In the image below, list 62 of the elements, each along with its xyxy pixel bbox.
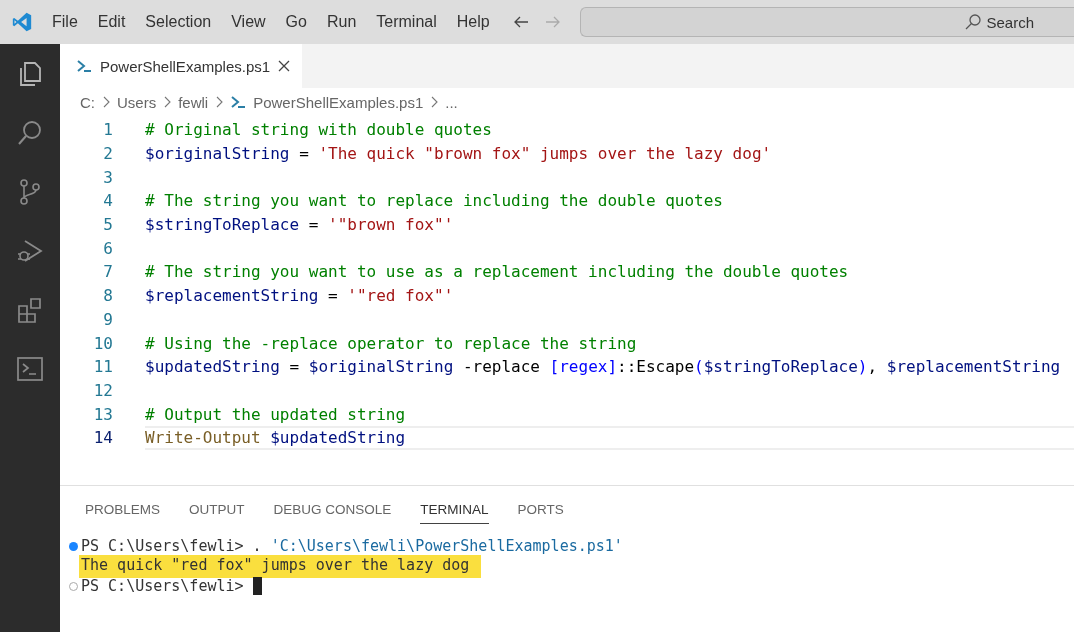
line-number: 13	[92, 404, 113, 424]
code-line: # The string you want to replace including the double quotes	[145, 191, 723, 211]
breadcrumb-item[interactable]: ...	[445, 93, 458, 111]
powershell-icon	[76, 58, 92, 74]
panel-tab[interactable]: TERMINAL	[420, 498, 489, 524]
breadcrumb-item[interactable]: fewli	[178, 93, 209, 111]
search-icon[interactable]	[16, 119, 44, 147]
terminal-icon[interactable]	[16, 355, 44, 383]
menu-item[interactable]: Terminal	[376, 13, 437, 31]
code-line: # The string you want to use as a replacement including the double quotes	[145, 262, 849, 282]
line-number: 8	[102, 286, 113, 306]
command-status-dot[interactable]	[69, 541, 78, 551]
search-icon	[964, 13, 983, 31]
line-number: 4	[102, 191, 113, 211]
line-number: 14	[92, 428, 113, 448]
code-line: # Output the updated string	[145, 404, 406, 424]
code-line: $replacementString = '"red fox"'	[145, 286, 454, 306]
chevron-icon	[430, 96, 439, 108]
panel-tab[interactable]: DEBUG CONSOLE	[273, 498, 392, 524]
close-icon[interactable]	[278, 60, 291, 72]
line-number: 2	[102, 144, 113, 164]
menu-item[interactable]: Edit	[97, 13, 126, 31]
breadcrumb-item[interactable]: Users	[117, 93, 157, 111]
menu-item[interactable]: Run	[326, 13, 357, 31]
code-line: $updatedString = $originalString -replace [regex]::Escape($stringToReplace), $replacementString	[145, 357, 1061, 377]
terminal-command: PS C:\Users\fewli> . 'C:\Users\fewli\PowerShellExamples.ps1'	[81, 537, 623, 555]
code-line: $stringToReplace = '"brown fox"'	[145, 215, 454, 235]
breadcrumb-item[interactable]: PowerShellExamples.ps1	[253, 93, 424, 111]
line-number: 6	[102, 238, 113, 258]
powershell-icon	[230, 94, 247, 110]
line-number: 10	[92, 333, 113, 353]
app-logo-icon	[11, 11, 33, 33]
menu-item[interactable]: Selection	[145, 13, 212, 31]
panel-tab[interactable]: PROBLEMS	[85, 498, 161, 524]
terminal-prompt: PS C:\Users\fewli>	[81, 577, 244, 595]
terminal-cursor	[252, 577, 262, 595]
search-field[interactable]: Search	[579, 7, 1074, 37]
breadcrumb-item[interactable]: C:	[80, 93, 95, 111]
menu-item[interactable]: File	[52, 13, 78, 31]
chevron-icon	[215, 96, 224, 108]
line-number: 5	[102, 215, 113, 235]
line-number: 11	[92, 357, 113, 377]
menu-item[interactable]: View	[231, 13, 266, 31]
menu-item[interactable]: Help	[456, 13, 490, 31]
code-line: # Original string with double quotes	[145, 120, 492, 140]
line-number: 3	[102, 167, 113, 187]
extensions-icon[interactable]	[16, 296, 44, 324]
menu-item[interactable]: Go	[285, 13, 307, 31]
line-number: 12	[92, 380, 113, 400]
run-debug-icon[interactable]	[16, 237, 44, 265]
code-line: $originalString = 'The quick "brown fox" jumps over the lazy dog'	[145, 144, 772, 164]
editor-tab[interactable]: PowerShellExamples.ps1	[60, 44, 303, 88]
chevron-icon	[163, 96, 172, 108]
code-line: Write-Output $updatedString	[145, 428, 406, 448]
line-number: 9	[102, 309, 113, 329]
line-number: 1	[102, 120, 113, 140]
panel-tab[interactable]: PORTS	[517, 498, 564, 524]
line-number: 7	[102, 262, 113, 282]
panel-tab[interactable]: OUTPUT	[189, 498, 245, 524]
code-line: # Using the -replace operator to replace the string	[145, 333, 637, 353]
chevron-icon	[102, 96, 110, 108]
terminal-output: The quick "red fox" jumps over the lazy dog	[79, 554, 482, 578]
